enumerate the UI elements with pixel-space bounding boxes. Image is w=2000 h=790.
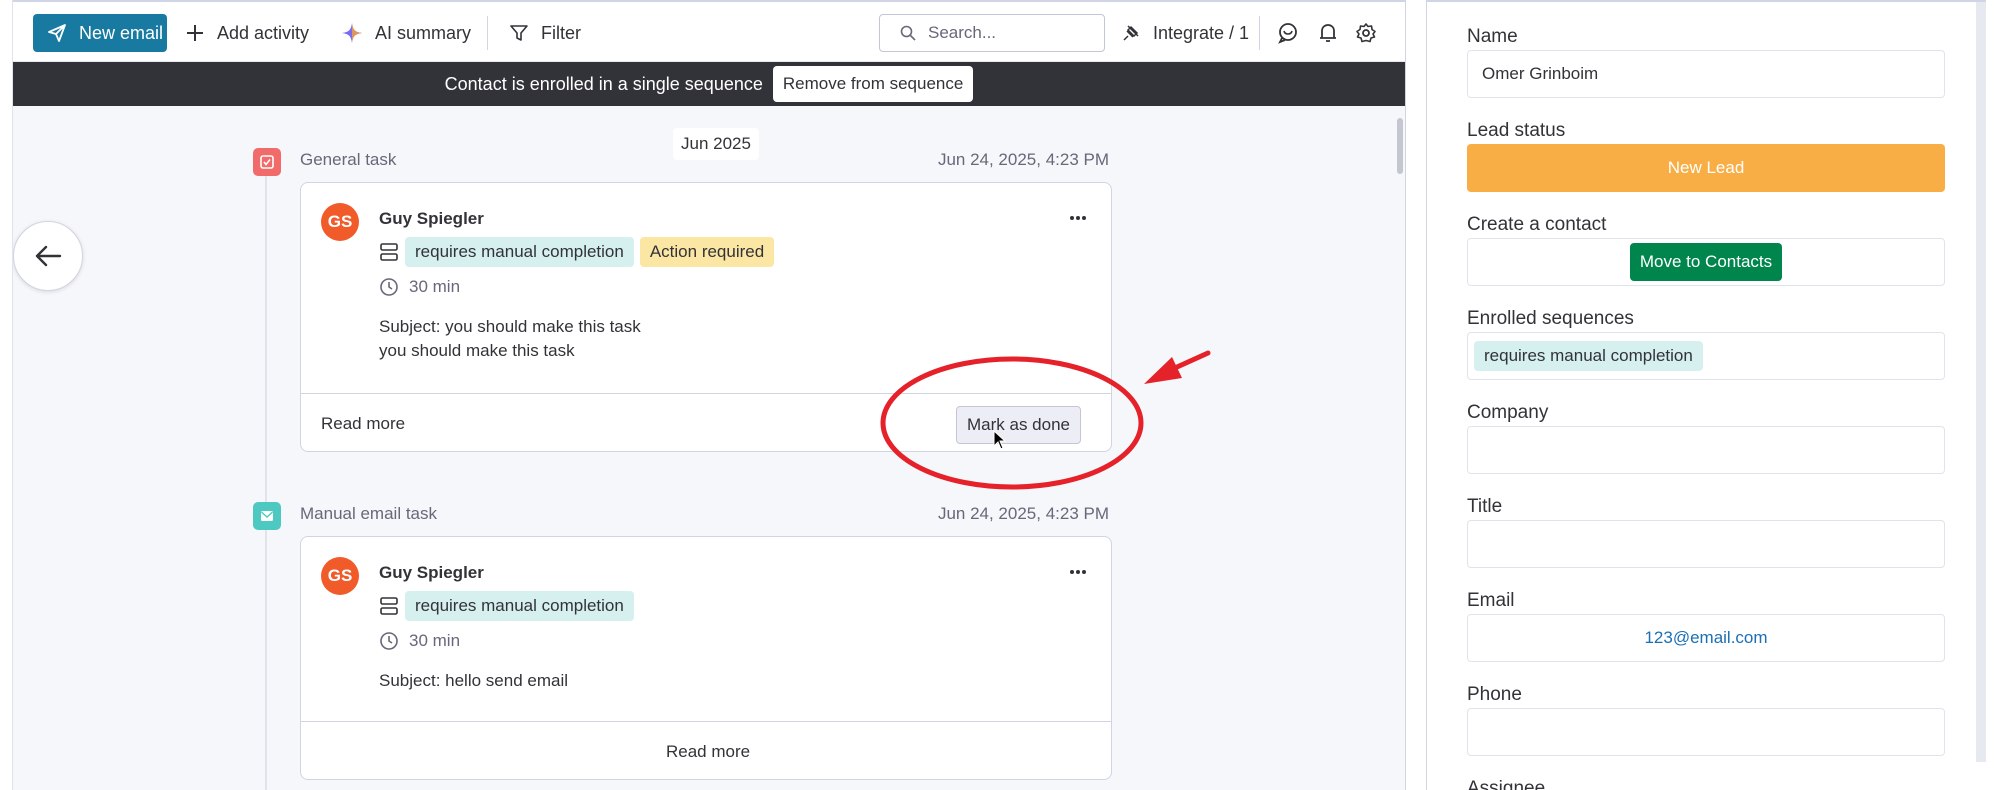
sequence-row: requires manual completion (379, 591, 634, 621)
search-input[interactable]: Search... (879, 14, 1105, 52)
task-subject: Subject: hello send email (379, 669, 568, 693)
task-card: GS Guy Spiegler requires manual completi… (300, 182, 1112, 452)
clock-icon (380, 632, 398, 650)
task-author: Guy Spiegler (379, 209, 484, 228)
company-field[interactable] (1467, 426, 1945, 474)
clock-icon (380, 278, 398, 296)
move-to-contacts-button[interactable]: Move to Contacts (1629, 243, 1783, 281)
subject-line: Subject: you should make this task (379, 317, 641, 336)
timeline-line (265, 170, 267, 790)
updates-button[interactable] (1275, 20, 1301, 46)
title-label: Title (1467, 496, 1503, 517)
chat-icon (1278, 23, 1297, 44)
email-field[interactable]: 123@email.com (1467, 614, 1945, 662)
sequence-tag[interactable]: requires manual completion (405, 591, 634, 621)
ai-summary-label: AI summary (375, 22, 472, 43)
sparkle-icon (342, 23, 362, 43)
name-label: Name (1467, 26, 1518, 47)
email-link[interactable]: 123@email.com (1468, 628, 1944, 648)
add-activity-label: Add activity (217, 22, 310, 43)
sequence-row: requires manual completion Action requir… (379, 237, 775, 267)
add-activity-button[interactable]: Add activity (185, 14, 309, 52)
task-body: you should make this task (379, 341, 575, 360)
action-required-badge: Action required (639, 237, 775, 267)
integrate-button[interactable]: Integrate / 1 (1121, 14, 1249, 52)
bell-icon (1320, 24, 1336, 42)
toolbar-divider (487, 16, 488, 50)
task-type: General task (300, 150, 397, 169)
title-field[interactable] (1467, 520, 1945, 568)
filter-button[interactable]: Filter (509, 14, 581, 52)
lead-status-dropdown[interactable]: New Lead (1467, 144, 1945, 192)
task-type: Manual email task (300, 504, 438, 523)
ellipsis-icon (1070, 216, 1086, 220)
scrollbar[interactable] (1397, 118, 1403, 174)
filter-icon (510, 25, 528, 41)
ai-summary-button[interactable]: AI summary (341, 14, 471, 52)
read-more-link[interactable]: Read more (666, 742, 750, 762)
plus-icon (187, 25, 203, 41)
lead-status-label: Lead status (1467, 120, 1566, 141)
avatar: GS (321, 557, 359, 595)
task-duration: 30 min (379, 631, 460, 651)
company-label: Company (1467, 402, 1549, 423)
new-email-button[interactable]: New email (33, 14, 167, 52)
enrolled-sequences-field[interactable]: requires manual completion (1467, 332, 1945, 380)
card-footer: Read more Mark as done (301, 393, 1111, 453)
enrolled-sequence-tag[interactable]: requires manual completion (1474, 341, 1703, 371)
send-icon (48, 24, 66, 42)
task-card: GS Guy Spiegler requires manual completi… (300, 536, 1112, 780)
task-date: Jun 24, 2025, 4:23 PM (937, 150, 1109, 169)
read-more-link[interactable]: Read more (321, 414, 405, 434)
sequence-banner: Contact is enrolled in a single sequence… (13, 62, 1405, 106)
mark-as-done-button[interactable]: Mark as done (956, 406, 1081, 444)
task-author: Guy Spiegler (379, 563, 484, 582)
task-duration: 30 min (379, 277, 460, 297)
task-date: Jun 24, 2025, 4:23 PM (937, 504, 1109, 523)
ellipsis-icon (1070, 570, 1086, 574)
sequence-icon (380, 597, 398, 615)
more-options-button[interactable] (1069, 559, 1087, 580)
subject-line: Subject: hello send email (379, 671, 569, 690)
month-divider: Jun 2025 (673, 128, 759, 160)
activity-panel: New email Add activity AI summary Filter… (12, 0, 1406, 790)
card-footer: Read more (301, 721, 1111, 781)
gear-icon (1356, 23, 1376, 43)
notifications-button[interactable] (1315, 20, 1341, 46)
contact-details-panel: Name Omer Grinboim Lead status New Lead … (1426, 0, 1986, 790)
phone-field[interactable] (1467, 708, 1945, 756)
duration-text: 30 min (409, 631, 461, 650)
settings-button[interactable] (1353, 20, 1379, 46)
sequence-icon (380, 243, 398, 261)
duration-text: 30 min (409, 277, 461, 296)
toolbar-divider (1259, 16, 1260, 50)
assignee-label: Assignee (1467, 778, 1546, 790)
toolbar: New email Add activity AI summary Filter… (13, 0, 1405, 62)
envelope-icon (261, 511, 273, 521)
phone-label: Phone (1467, 684, 1522, 705)
email-label: Email (1467, 590, 1515, 611)
name-field[interactable]: Omer Grinboim (1467, 50, 1945, 98)
task-subject: Subject: you should make this task you s… (379, 315, 641, 363)
new-email-label: New email (79, 22, 164, 43)
sequence-tag[interactable]: requires manual completion (405, 237, 634, 267)
enrolled-sequences-label: Enrolled sequences (1467, 308, 1634, 329)
remove-from-sequence-button[interactable]: Remove from sequence (772, 66, 974, 102)
banner-text: Contact is enrolled in a single sequence (444, 73, 763, 94)
plug-icon (1123, 25, 1139, 41)
search-placeholder: Search... (928, 23, 997, 42)
filter-label: Filter (541, 22, 581, 43)
more-options-button[interactable] (1069, 205, 1087, 226)
check-square-icon (260, 155, 274, 169)
integrate-label: Integrate / 1 (1153, 22, 1250, 43)
create-contact-label: Create a contact (1467, 214, 1607, 235)
side-scrollbar[interactable] (1976, 2, 1986, 762)
search-icon (900, 25, 916, 41)
avatar: GS (321, 203, 359, 241)
email-task-icon (253, 502, 281, 530)
create-contact-field: Move to Contacts (1467, 238, 1945, 286)
arrow-left-icon (35, 245, 62, 267)
general-task-icon (253, 148, 281, 176)
back-button[interactable] (13, 221, 83, 291)
